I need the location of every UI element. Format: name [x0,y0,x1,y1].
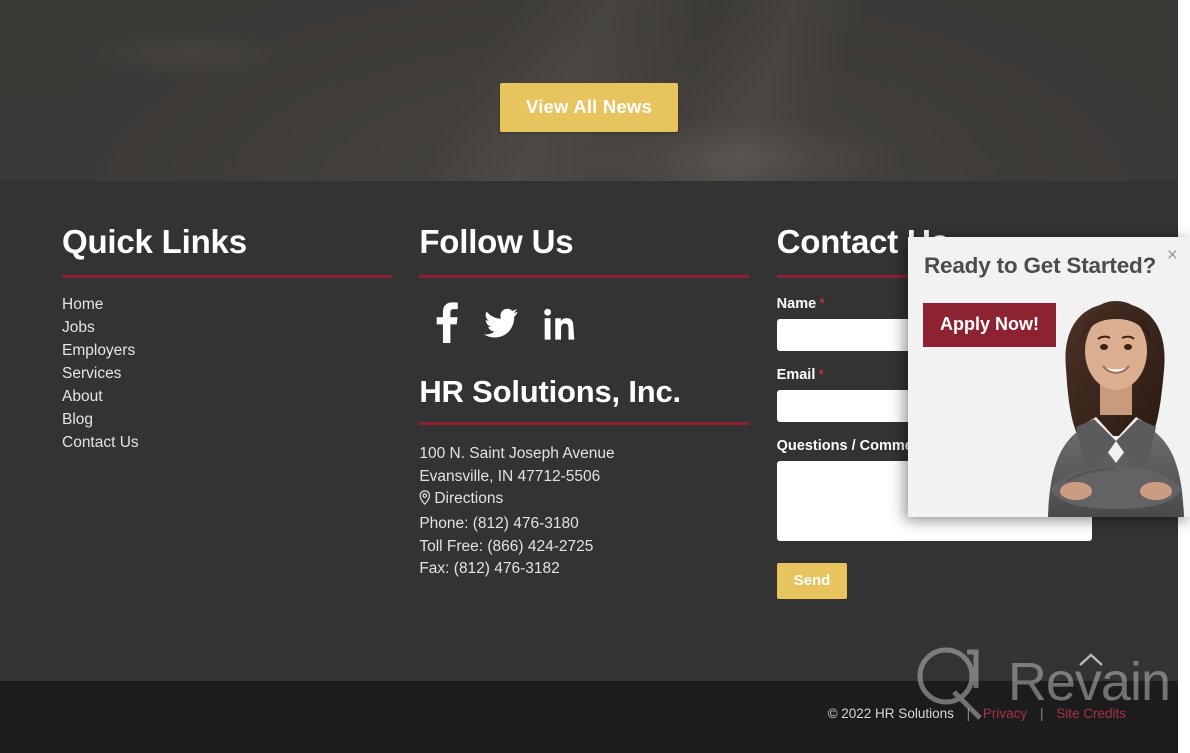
company-toll-free: Toll Free: (866) 424-2725 [419,537,594,555]
copyright-bar: © 2022 HR Solutions | Privacy | Site Cre… [0,681,1178,753]
email-label-text: Email [776,367,816,384]
follow-us-rule [419,275,750,279]
footer-column-follow-us: Follow Us HR Solutions, Inc. 100 N. Sain… [419,223,776,599]
view-all-news-button[interactable]: View All News [500,83,678,132]
list-item: Blog [62,411,419,429]
quick-links-rule [62,275,392,279]
quick-link-services[interactable]: Services [62,365,121,382]
name-required-asterisk: * [819,296,825,313]
company-name: HR Solutions, Inc. [419,374,681,410]
quick-link-about[interactable]: About [62,388,103,405]
social-links-row [435,296,776,350]
quick-link-blog[interactable]: Blog [62,411,93,428]
footer-column-quick-links: Quick Links Home Jobs Employers Services… [62,223,419,599]
privacy-link[interactable]: Privacy [983,706,1027,721]
linkedin-icon[interactable] [544,306,575,340]
view-all-news-wrap: View All News [0,83,1178,132]
company-fax: Fax: (812) 476-3182 [419,560,560,578]
news-card-1: narcissistic This is a common generaliza… [62,0,391,3]
company-address: 100 N. Saint Joseph Avenue Evansville, I… [419,443,776,581]
list-item: About [62,388,419,406]
list-item: Home [62,296,419,314]
popup-photo-businesswoman [1048,301,1184,517]
hero-news-section: narcissistic This is a common generaliza… [0,0,1178,181]
copyright-text-row: © 2022 HR Solutions | Privacy | Site Cre… [828,706,1126,721]
quick-link-home[interactable]: Home [62,296,103,313]
company-rule [419,422,750,426]
company-info-block: HR Solutions, Inc. 100 N. Saint Joseph A… [419,374,776,581]
copyright-separator-1: | [966,706,971,721]
popup-title: Ready to Get Started? [924,253,1157,278]
apply-now-popup: Ready to Get Started? × Apply Now! [908,237,1190,517]
news-excerpt-1: narcissistic This is a common generaliza… [62,0,391,3]
follow-us-heading: Follow Us [419,223,574,260]
chevron-up-icon [1079,653,1103,666]
list-item: Services [62,365,419,383]
news-excerpt-2: with millennials yet? We hope not, becau… [425,0,754,3]
company-phone: Phone: (812) 476-3180 [419,515,579,533]
send-button[interactable]: Send [776,563,848,600]
list-item: Jobs [62,319,419,337]
list-item: Employers [62,342,419,360]
quick-links-heading: Quick Links [62,223,247,260]
directions-link[interactable]: Directions [434,490,503,507]
copyright-separator-2: | [1039,706,1044,721]
email-required-asterisk: * [818,367,824,384]
quick-links-list: Home Jobs Employers Services About Blog … [62,296,419,452]
back-to-top-button[interactable] [1076,648,1106,672]
quick-link-contact-us[interactable]: Contact Us [62,434,139,451]
news-card-3: working with …Read More » [787,0,1116,3]
facebook-icon[interactable] [435,302,459,344]
name-label-text: Name [776,296,817,313]
site-credits-link[interactable]: Site Credits [1056,706,1126,721]
map-pin-icon [419,490,431,513]
address-city-state-zip: Evansville, IN 47712-5506 [419,467,601,485]
copyright-text: © 2022 HR Solutions [827,706,954,721]
twitter-icon[interactable] [484,308,518,338]
quick-link-jobs[interactable]: Jobs [62,319,95,336]
page-root: narcissistic This is a common generaliza… [0,0,1190,753]
news-excerpt-row: narcissistic This is a common generaliza… [0,0,1178,3]
news-card-2: with millennials yet? We hope not, becau… [425,0,754,3]
address-street: 100 N. Saint Joseph Avenue [419,445,615,463]
list-item: Contact Us [62,434,419,452]
quick-link-employers[interactable]: Employers [62,342,135,359]
popup-close-icon[interactable]: × [1167,246,1178,265]
